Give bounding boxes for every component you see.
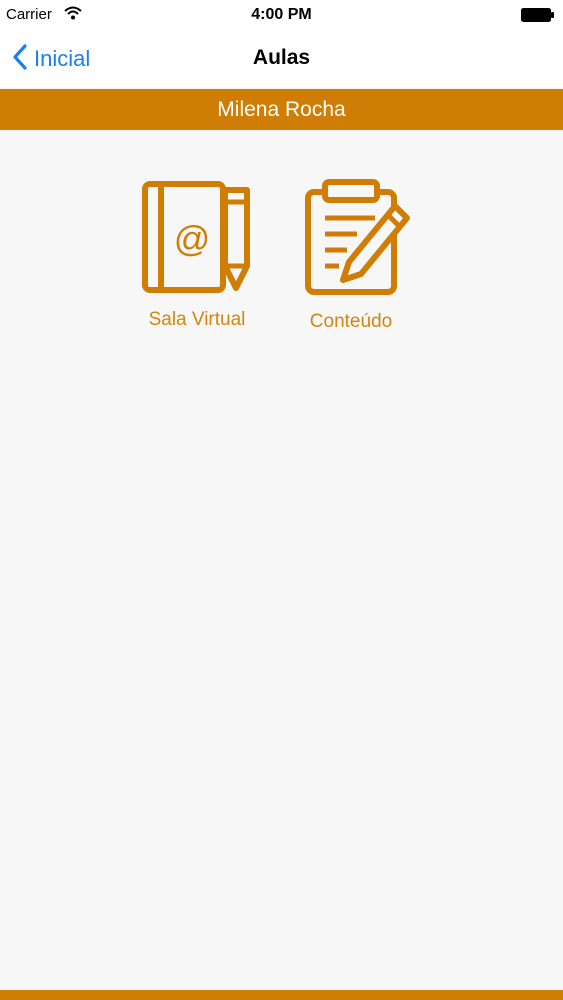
user-name-banner: Milena Rocha bbox=[0, 89, 563, 130]
status-bar: Carrier 4:00 PM bbox=[0, 0, 563, 30]
conteudo-button[interactable]: Conteúdo bbox=[286, 178, 416, 333]
conteudo-label: Conteúdo bbox=[309, 311, 393, 332]
sala-virtual-button[interactable]: @ Sala Virtual bbox=[132, 178, 262, 331]
navigation-bar: Inicial Aulas bbox=[0, 30, 563, 88]
page-title: Aulas bbox=[252, 46, 311, 69]
battery-icon bbox=[521, 8, 555, 27]
status-time: 4:00 PM bbox=[251, 6, 312, 23]
user-name: Milena Rocha bbox=[217, 97, 346, 121]
sala-virtual-label: Sala Virtual bbox=[148, 309, 246, 330]
svg-text:@: @ bbox=[174, 218, 211, 259]
bottom-bar bbox=[0, 990, 563, 1000]
clipboard-pencil-icon bbox=[291, 178, 411, 303]
address-book-pencil-icon: @ bbox=[139, 178, 255, 301]
